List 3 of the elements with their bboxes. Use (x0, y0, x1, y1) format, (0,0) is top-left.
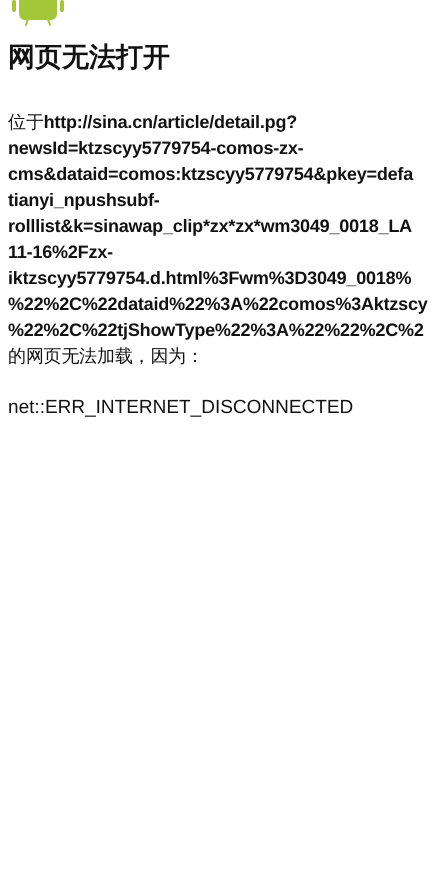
page-title: 网页无法打开 (8, 41, 171, 75)
error-description: 位于http://sina.cn/article/detail.pg? newsId=ktzscyy5779754-comos-zx- cms&dataid=comos:ktzscyy5779754&pkey=defa tianyi_npushsubf- rolllist&k=sinawap_clip*zx*zx*wm3049_0018_LA 11-16%2Fzx- iktzscyy5779754.d.html%3Fwm%3D3049_0018% %22%2C%22dataid%22%3A%22comos%3Aktzscy %22%2C%22tjShowType%22%3A%22%22%2C%2 的网页无法加载，因为： (8, 111, 429, 368)
error-code: net::ERR_INTERNET_DISCONNECTED (8, 396, 354, 420)
